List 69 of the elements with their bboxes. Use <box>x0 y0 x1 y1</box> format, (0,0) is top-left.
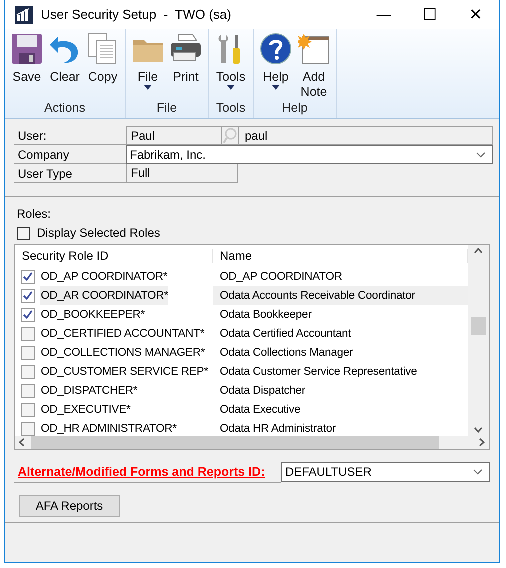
checkbox[interactable] <box>17 226 30 240</box>
role-id-cell-text: OD_BOOKKEEPER* <box>40 308 146 322</box>
ribbon-group-label: Help <box>281 101 309 117</box>
lookup-icon[interactable] <box>223 128 237 144</box>
role-name-cell-text: Odata Collections Manager <box>219 346 354 360</box>
chevron-down-icon <box>473 468 483 474</box>
chevron-down-icon <box>476 152 486 158</box>
window-title: User Security Setup - TWO (sa) <box>41 7 232 22</box>
scroll-down-icon[interactable] <box>474 427 483 433</box>
afa-reports-button[interactable]: AFA Reports <box>19 495 120 517</box>
afa-id-label: Alternate/Modified Forms and Reports ID: <box>14 460 282 483</box>
user-type-field: Full <box>126 164 238 183</box>
role-id-cell: OD_AR COORDINATOR* <box>40 286 168 305</box>
ribbon-button[interactable]: Help <box>257 29 295 101</box>
checkbox[interactable] <box>21 326 35 340</box>
ribbon-group-label: Tools <box>215 101 247 117</box>
user-name-field[interactable]: paul <box>238 126 493 145</box>
scrollbar-thumb[interactable] <box>471 316 486 334</box>
scroll-right-icon[interactable] <box>479 438 485 447</box>
role-name-cell-text: Odata Certified Accountant <box>219 326 352 342</box>
field-label: User Type <box>14 164 126 183</box>
roles-label: Roles: <box>17 207 52 221</box>
role-id-cell-text: OD_CUSTOMER SERVICE REP* <box>40 364 208 380</box>
role-name-cell-text: Odata Dispatcher <box>219 384 307 398</box>
help-icon <box>260 33 292 65</box>
checkbox[interactable] <box>21 422 35 436</box>
scroll-left-icon[interactable] <box>19 438 25 447</box>
note-icon <box>298 33 330 65</box>
role-id-cell-text: OD_HR ADMINISTRATOR* <box>40 422 177 436</box>
ribbon-button[interactable]: Save <box>8 29 46 101</box>
field-label: User: <box>14 126 126 145</box>
close-button[interactable]: ✕ <box>453 5 499 24</box>
checkbox[interactable] <box>21 288 35 302</box>
role-name-cell-text: Odata Executive <box>219 402 302 418</box>
app-logo-icon <box>15 6 33 24</box>
role-id-cell-text: OD_EXECUTIVE* <box>40 402 131 418</box>
checkbox[interactable] <box>21 270 35 284</box>
checkbox[interactable] <box>21 308 35 322</box>
company-dropdown[interactable]: Fabrikam, Inc. <box>126 145 493 164</box>
role-id-cell-text: OD_DISPATCHER* <box>40 384 138 398</box>
role-id-cell-text: OD_CERTIFIED ACCOUNTANT* <box>40 326 205 342</box>
role-name-cell-text: Odata HR Administrator <box>219 422 337 436</box>
checkbox-label: Display Selected Roles <box>37 226 160 240</box>
ribbon-button[interactable]: Add Note <box>295 29 333 101</box>
scroll-up-icon[interactable] <box>474 248 483 254</box>
copy-documents-icon <box>87 33 119 65</box>
scrollbar-thumb[interactable] <box>31 436 439 449</box>
ribbon-button[interactable]: Copy <box>84 29 122 101</box>
role-name-cell-text: Odata Customer Service Representative <box>219 364 418 380</box>
minimize-button[interactable]: — <box>361 5 407 24</box>
user-id-field[interactable]: Paul <box>126 126 221 145</box>
role-id-cell-text: OD_COLLECTIONS MANAGER* <box>40 346 206 360</box>
ribbon-button[interactable]: Tools <box>212 29 250 101</box>
ribbon-group-label: Actions <box>44 101 86 117</box>
ribbon-group-label: File <box>156 101 178 117</box>
ribbon-button[interactable]: Clear <box>46 29 84 101</box>
checkbox[interactable] <box>21 402 35 416</box>
ribbon-button[interactable]: File <box>129 29 167 101</box>
column-header[interactable]: Security Role ID <box>15 249 213 263</box>
checkbox[interactable] <box>21 364 35 378</box>
ribbon-button[interactable]: Print <box>167 29 205 101</box>
maximize-button[interactable]: ☐ <box>407 5 453 24</box>
role-name-cell: Odata Accounts Receivable Coordinator <box>213 286 468 305</box>
role-name-cell-text: OD_AP COORDINATOR <box>219 270 344 284</box>
role-id-cell-text: OD_AP COORDINATOR* <box>40 270 168 284</box>
afa-id-dropdown[interactable]: DEFAULTUSER <box>281 462 490 482</box>
checkbox[interactable] <box>21 346 35 360</box>
role-name-cell-text: Odata Bookkeeper <box>219 308 313 322</box>
checkbox[interactable] <box>21 384 35 398</box>
